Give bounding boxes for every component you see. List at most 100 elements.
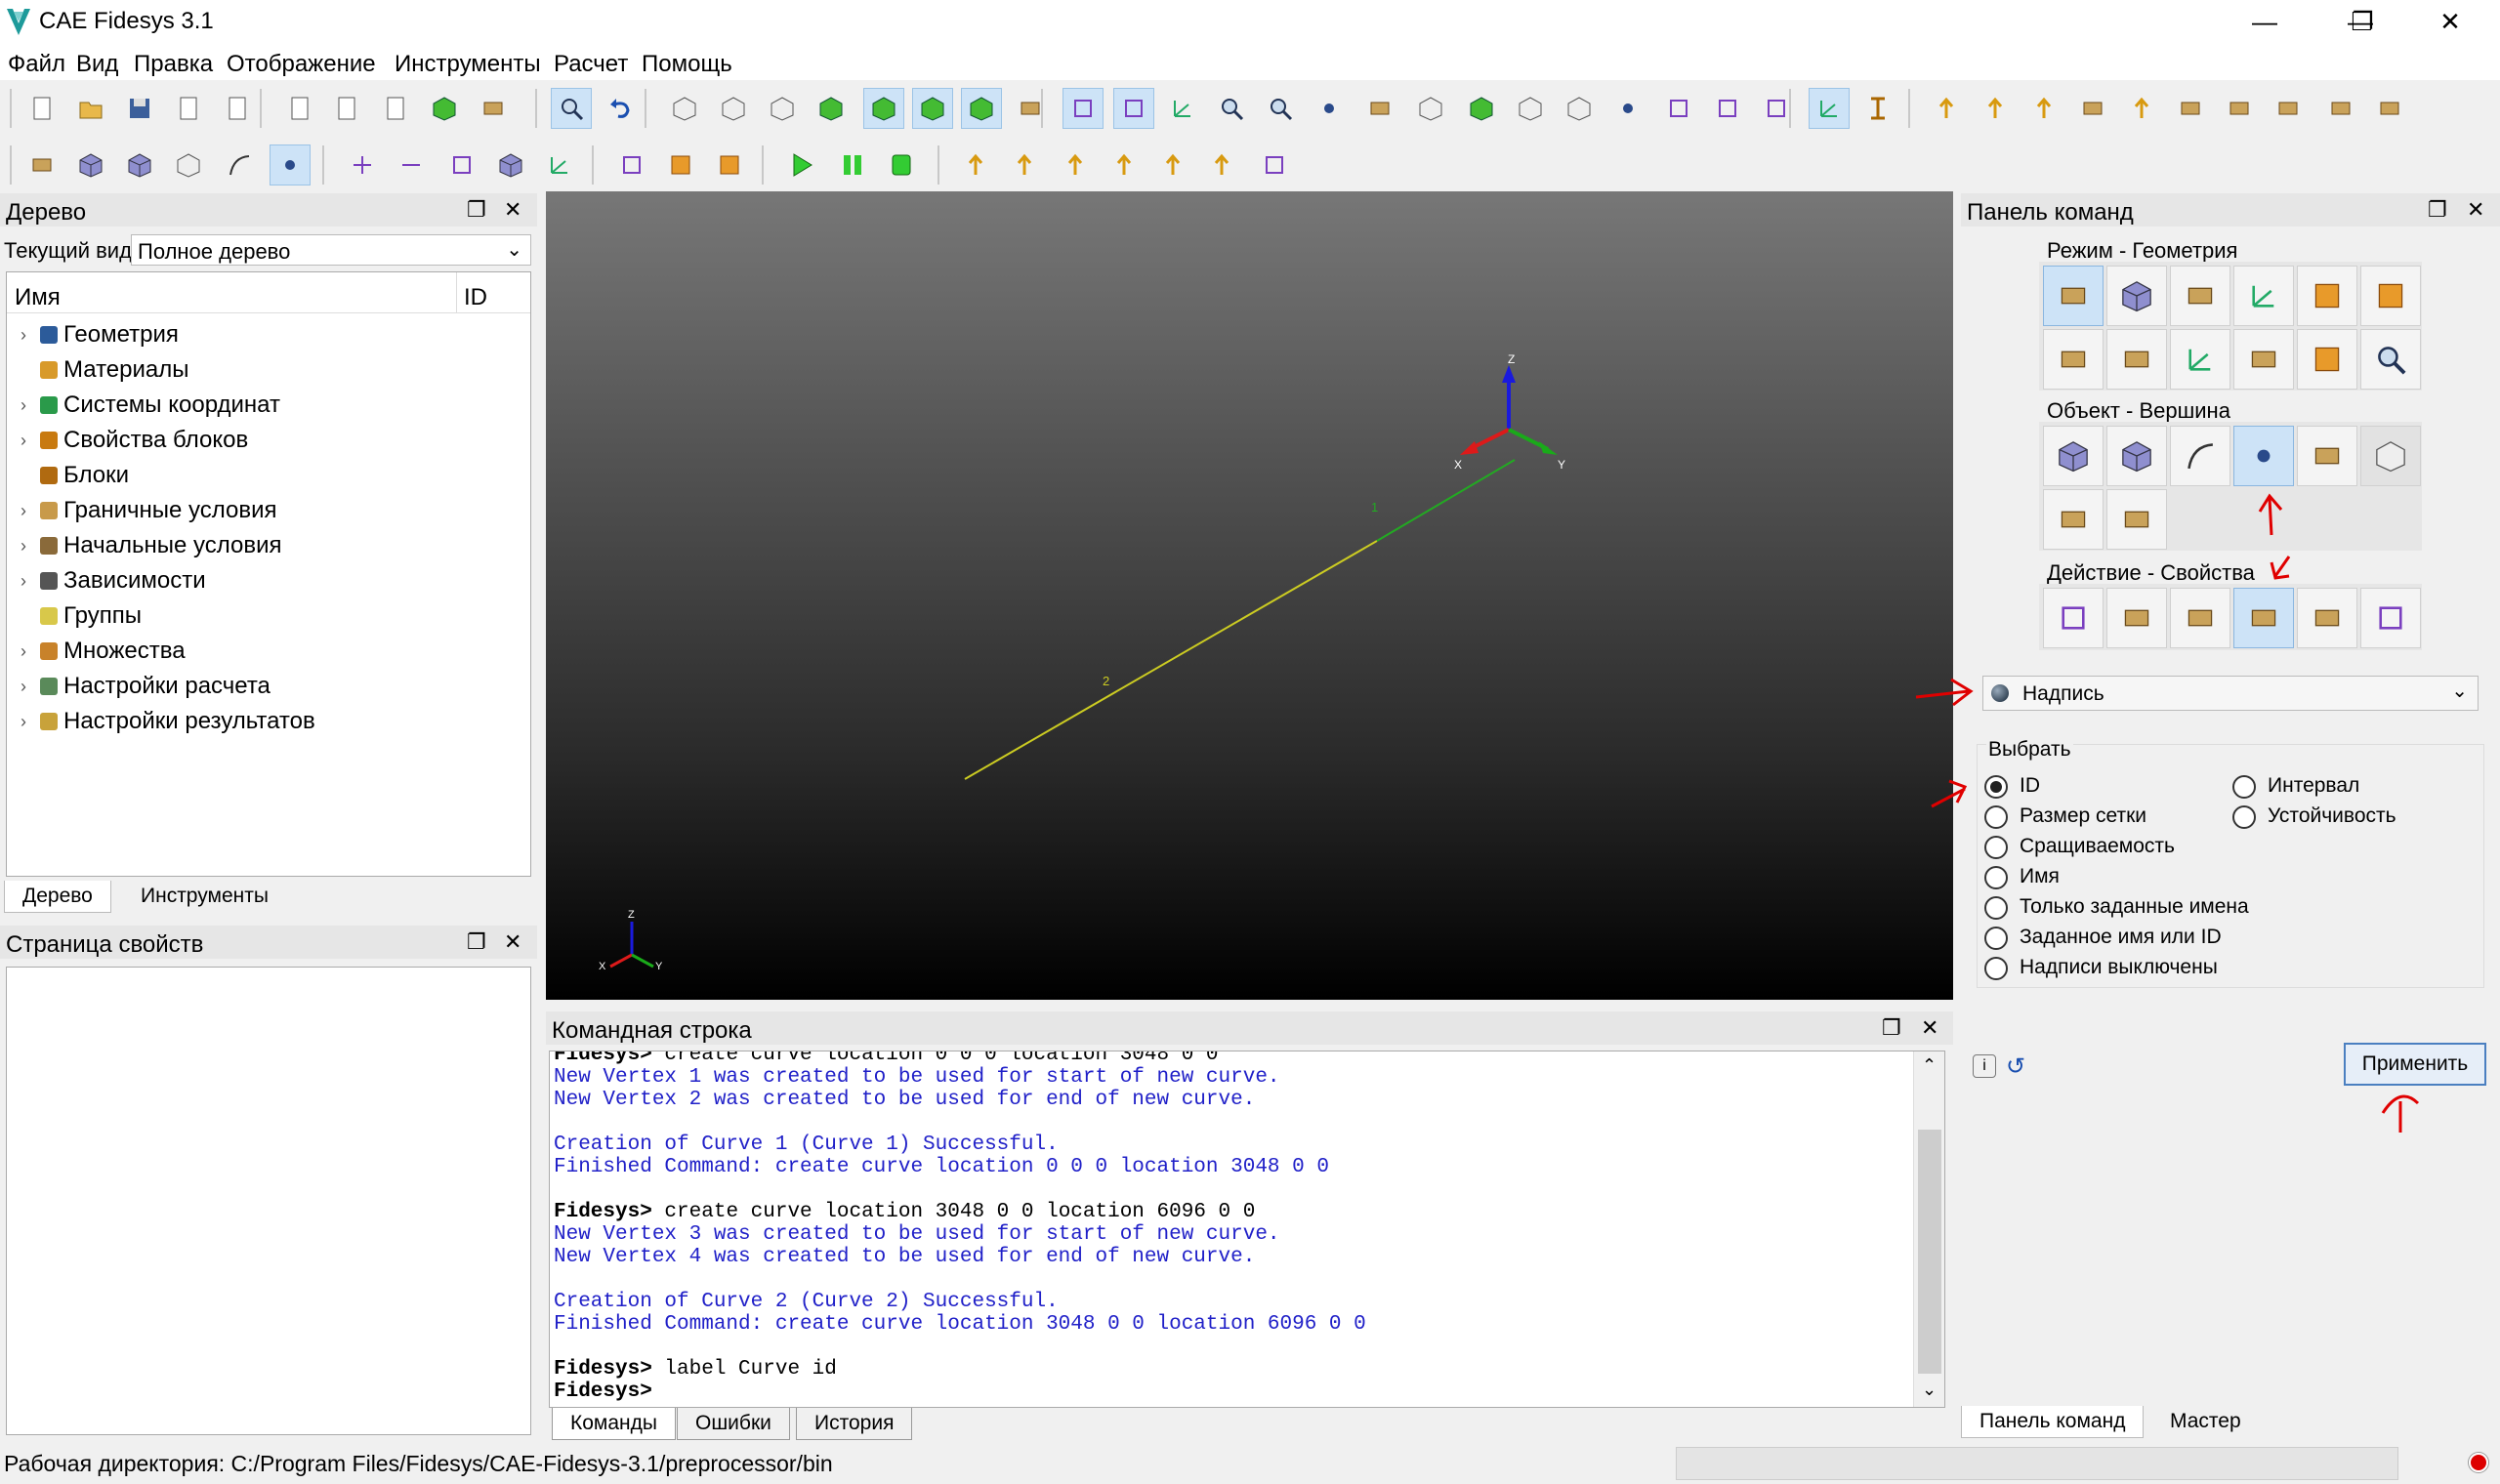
cut-icon[interactable] (1658, 88, 1699, 129)
select-icon[interactable] (551, 88, 592, 129)
tree-item[interactable]: › Настройки расчета (21, 669, 271, 704)
mesh-mode-button[interactable] (2106, 266, 2167, 326)
expand-arrow-icon[interactable]: › (21, 395, 40, 416)
sphere-icon[interactable] (1607, 88, 1648, 129)
expand-arrow-icon[interactable]: › (21, 501, 40, 521)
blocks-mode-button[interactable] (2297, 266, 2357, 326)
option-radio[interactable] (2232, 805, 2256, 829)
tree-item[interactable]: Блоки (21, 458, 129, 493)
solid-icon[interactable] (490, 144, 531, 186)
grid-icon[interactable] (1062, 88, 1104, 129)
open-folder-icon[interactable] (70, 88, 111, 129)
info-icon[interactable]: i (1973, 1054, 1996, 1078)
transparent-icon[interactable] (1559, 88, 1600, 129)
restore-icon[interactable]: ❐ (2328, 0, 2396, 45)
shade-icon[interactable] (1461, 88, 1502, 129)
float-panel-icon[interactable]: ❐ (1882, 1015, 1901, 1041)
record-icon[interactable] (424, 88, 465, 129)
tab-history[interactable]: История (796, 1408, 913, 1440)
menu-display[interactable]: Отображение (227, 51, 376, 78)
menu-view[interactable]: Вид (76, 51, 118, 78)
tab-wizard[interactable]: Мастер (2152, 1406, 2259, 1437)
post-mode-button[interactable] (2360, 329, 2421, 390)
frame-icon[interactable] (1113, 88, 1154, 129)
body-object-button[interactable] (2297, 426, 2357, 486)
expand-arrow-icon[interactable]: › (21, 712, 40, 732)
close-window-icon[interactable]: ✕ (2416, 0, 2484, 45)
pan-icon[interactable] (1359, 88, 1400, 129)
face-mode-icon[interactable] (168, 144, 209, 186)
results-mode-button[interactable] (2297, 329, 2357, 390)
expand-arrow-icon[interactable]: › (21, 571, 40, 592)
menu-edit[interactable]: Правка (134, 51, 213, 78)
float-panel-icon[interactable]: ❐ (2428, 197, 2447, 223)
tools-icon[interactable] (473, 88, 514, 129)
edit-icon[interactable] (2268, 88, 2309, 129)
contact-icon[interactable] (2170, 88, 2211, 129)
scrollbar[interactable]: ⌃ ⌄ (1913, 1051, 1944, 1407)
bc-icon[interactable] (1926, 88, 1967, 129)
close-panel-icon[interactable]: ✕ (1921, 1015, 1938, 1041)
option-radio[interactable] (1984, 836, 2008, 859)
tree-item[interactable]: Материалы (21, 352, 189, 388)
view-minus-z-icon[interactable] (1004, 144, 1045, 186)
dependencies-mode-button[interactable] (2170, 329, 2230, 390)
command-output[interactable]: Fidesys> create curve location 0 0 0 loc… (549, 1051, 1945, 1408)
new-file-icon[interactable] (21, 88, 62, 129)
col-id-header[interactable]: ID (464, 284, 487, 311)
hidden-icon[interactable] (1510, 88, 1551, 129)
menu-help[interactable]: Помощь (642, 51, 732, 78)
reset-icon[interactable]: ↺ (2006, 1052, 2025, 1081)
block-icon[interactable] (709, 144, 750, 186)
surface-object-button[interactable] (2106, 426, 2167, 486)
pause-icon[interactable] (832, 144, 873, 186)
group-object-button[interactable] (2360, 426, 2421, 486)
float-panel-icon[interactable]: ❐ (467, 929, 486, 955)
view-fit-icon[interactable] (1254, 144, 1295, 186)
zoom-fit-icon[interactable] (1309, 88, 1350, 129)
expand-arrow-icon[interactable]: › (21, 536, 40, 556)
split-icon[interactable] (611, 144, 652, 186)
apply-button[interactable]: Применить (2344, 1043, 2486, 1086)
option-label[interactable]: Имя (2020, 865, 2060, 888)
expand-arrow-icon[interactable]: › (21, 325, 40, 346)
option-label[interactable]: Заданное имя или ID (2020, 926, 2222, 949)
boundary-mode-button[interactable] (2043, 329, 2104, 390)
view-select[interactable]: Полное дерево ⌄ (131, 234, 531, 266)
menu-calculation[interactable]: Расчет (554, 51, 628, 78)
analysis-mode-button[interactable] (2233, 329, 2294, 390)
geometry-mode-button[interactable] (2043, 266, 2104, 326)
option-radio[interactable] (2232, 775, 2256, 799)
create-action-button[interactable] (2043, 588, 2104, 648)
script-icon[interactable] (326, 88, 367, 129)
line-icon[interactable] (2320, 88, 2361, 129)
delete-action-button[interactable] (2297, 588, 2357, 648)
tab-errors[interactable]: Ошибки (677, 1408, 790, 1440)
material-mode-button[interactable] (2170, 266, 2230, 326)
wire-icon[interactable] (1410, 88, 1451, 129)
view-plus-y-icon[interactable] (1055, 144, 1096, 186)
sets-mode-button[interactable] (2360, 266, 2421, 326)
option-radio[interactable] (1984, 866, 2008, 889)
measure-object-button[interactable] (2043, 489, 2104, 550)
dash-icon[interactable] (2369, 88, 2410, 129)
view-front-icon[interactable] (713, 88, 754, 129)
option-radio[interactable] (1984, 775, 2008, 799)
curve-object-button[interactable] (2170, 426, 2230, 486)
minimize-icon[interactable]: — (2230, 0, 2299, 45)
tree-item[interactable]: › Настройки результатов (21, 704, 315, 739)
clip-icon[interactable] (1707, 88, 1748, 129)
property-select[interactable]: Надпись ⌄ (1982, 676, 2479, 711)
float-panel-icon[interactable]: ❐ (467, 197, 486, 223)
script2-icon[interactable] (2219, 88, 2260, 129)
option-label[interactable]: ID (2020, 774, 2040, 798)
stop-icon[interactable] (881, 144, 922, 186)
view-back-icon[interactable] (762, 88, 803, 129)
rect-icon[interactable] (441, 144, 482, 186)
tree-item[interactable]: Группы (21, 598, 142, 634)
initial-mode-button[interactable] (2106, 329, 2167, 390)
add-icon[interactable] (342, 144, 383, 186)
vertex-object-button[interactable] (2233, 426, 2294, 486)
view-iso-icon[interactable] (664, 88, 705, 129)
properties-action-button[interactable] (2233, 588, 2294, 648)
